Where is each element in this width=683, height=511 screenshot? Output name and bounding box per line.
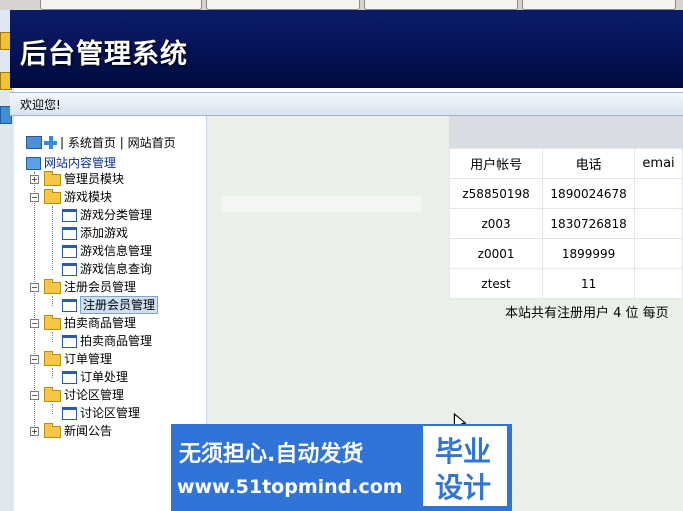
tree-item-label: 注册会员管理 [80, 296, 159, 314]
email-cell [634, 238, 683, 269]
site-home-link[interactable]: 网站首页 [128, 136, 176, 150]
email-cell [634, 268, 683, 299]
browser-tab[interactable] [40, 0, 202, 10]
page-icon [62, 371, 77, 384]
expand-plus-icon[interactable]: + [30, 175, 39, 184]
phone-cell: 1890024678 [542, 178, 636, 209]
tree-group-label: 管理员模块 [64, 172, 125, 186]
add-icon[interactable] [44, 136, 57, 149]
expand-plus-icon[interactable]: + [30, 427, 39, 436]
page-icon [62, 263, 77, 276]
phone-cell: 11 [542, 268, 636, 299]
browser-tab[interactable] [206, 0, 360, 10]
tree-guide [52, 404, 53, 414]
tree-guide [52, 368, 53, 378]
page-icon [62, 245, 77, 258]
tree-group-label: 讨论区管理 [64, 388, 125, 402]
tree-guide [52, 296, 53, 306]
content-band [221, 196, 421, 212]
collapse-minus-icon[interactable]: − [30, 355, 39, 364]
user-account-cell: z003 [448, 208, 544, 239]
app-title: 后台管理系统 [20, 39, 188, 70]
collapse-minus-icon[interactable]: − [30, 283, 39, 292]
tree-guide [52, 332, 53, 342]
header-banner: 后台管理系统 [10, 10, 683, 88]
page-icon [62, 227, 77, 240]
table-row[interactable]: z58850198 1890024678 [448, 178, 683, 209]
page-icon [62, 209, 77, 222]
tree-root[interactable]: 网站内容管理 [26, 154, 116, 171]
folder-open-icon [44, 279, 61, 294]
user-count-text: 本站共有注册用户 4 位 每页 [505, 306, 669, 321]
tree-group-label: 注册会员管理 [64, 280, 137, 294]
folder-icon [44, 423, 61, 438]
email-cell [634, 178, 683, 209]
user-account-cell: z58850198 [448, 178, 544, 209]
column-header: 电话 [542, 148, 636, 179]
collapse-minus-icon[interactable]: − [30, 193, 39, 202]
welcome-bar: 欢迎您! [10, 92, 683, 116]
tree-group-label: 订单管理 [64, 352, 113, 366]
tree-item-label: 订单处理 [80, 370, 129, 384]
tree-item-label: 游戏信息查询 [80, 262, 153, 276]
tree-group[interactable]: + 管理员模块 [30, 171, 200, 187]
users-table: 用户帐号 电话 emai z58850198 1890024678 z003 1… [448, 148, 683, 299]
tree-item-label: 游戏信息管理 [80, 244, 153, 258]
watermark-badge-line1: 毕业 [435, 435, 492, 468]
user-account-cell: z0001 [448, 238, 544, 269]
watermark-banner: 无须担心.自动发货 www.51topmind.com 毕业 设计 [171, 424, 512, 511]
folder-open-icon [44, 387, 61, 402]
folder-open-icon [44, 315, 61, 330]
browser-tab[interactable] [522, 0, 676, 10]
table-title-bar [449, 116, 683, 148]
phone-cell: 1899999 [542, 238, 636, 269]
separator: | [119, 135, 124, 150]
tree-group-label: 游戏模块 [64, 190, 113, 204]
folder-open-icon [44, 351, 61, 366]
column-header: emai [634, 148, 683, 179]
tree-group[interactable]: − 游戏模块 [30, 189, 200, 205]
tree-item-label: 拍卖商品管理 [80, 334, 153, 348]
tree-item-label: 讨论区管理 [80, 406, 141, 420]
tree-root-label: 网站内容管理 [44, 156, 117, 170]
page-icon [62, 335, 77, 348]
page-icon [62, 407, 77, 420]
watermark-badge-line2: 设计 [435, 471, 492, 504]
column-header: 用户帐号 [448, 148, 544, 179]
site-icon [26, 157, 41, 170]
tree-group[interactable]: − 讨论区管理 [30, 387, 200, 403]
user-account-cell: ztest [448, 268, 544, 299]
tree-group[interactable]: − 注册会员管理 [30, 279, 200, 295]
home-icon[interactable] [26, 136, 42, 149]
tree-guide [52, 206, 53, 270]
tree-item-label: 添加游戏 [80, 226, 129, 240]
folder-open-icon [44, 189, 61, 204]
tree-item-label: 游戏分类管理 [80, 208, 153, 222]
separator: | [60, 135, 65, 150]
table-row[interactable]: z003 1830726818 [448, 208, 683, 239]
tree-group-label: 新闻公告 [64, 424, 113, 438]
table-row[interactable]: z0001 1899999 [448, 238, 683, 269]
system-home-link[interactable]: 系统首页 [68, 136, 116, 150]
welcome-text: 欢迎您! [20, 98, 61, 112]
watermark-badge: 毕业 设计 [423, 426, 507, 506]
sidebar-top-links: | 系统首页 | 网站首页 [26, 134, 176, 150]
page-icon [62, 299, 77, 312]
collapse-minus-icon[interactable]: − [30, 391, 39, 400]
watermark-url: www.51topmind.com [177, 476, 403, 498]
tree-group-label: 拍卖商品管理 [64, 316, 137, 330]
table-header-row: 用户帐号 电话 emai [448, 148, 683, 179]
table-row[interactable]: ztest 11 [448, 268, 683, 299]
browser-tab[interactable] [364, 0, 518, 10]
tree-group[interactable]: − 订单管理 [30, 351, 200, 367]
phone-cell: 1830726818 [542, 208, 636, 239]
tree-group[interactable]: − 拍卖商品管理 [30, 315, 200, 331]
collapse-minus-icon[interactable]: − [30, 319, 39, 328]
watermark-slogan: 无须担心.自动发货 [179, 442, 364, 467]
email-cell [634, 208, 683, 239]
folder-icon [44, 171, 61, 186]
